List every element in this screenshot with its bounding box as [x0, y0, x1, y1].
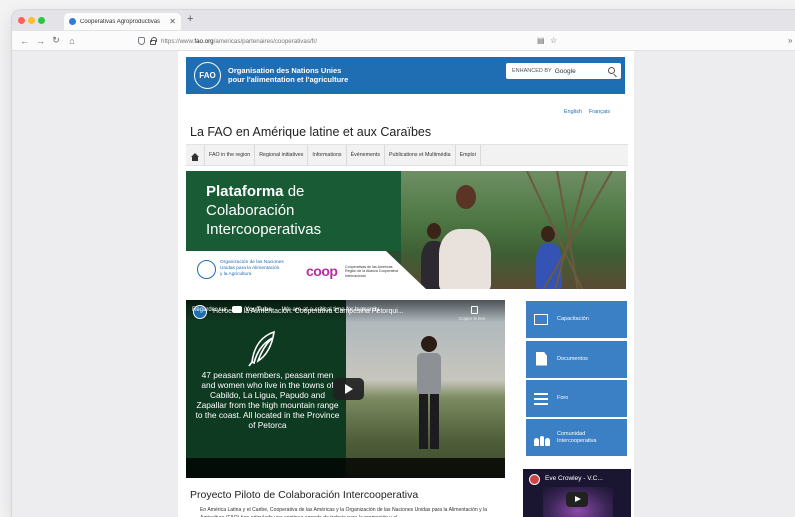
home-icon: [191, 153, 199, 161]
organisation-name[interactable]: Organisation des Nations Unies pour l'al…: [228, 66, 348, 84]
forward-icon[interactable]: →: [36, 36, 45, 46]
youtube-label[interactable]: YouTube: [245, 306, 272, 313]
fao-logo[interactable]: FAO: [194, 62, 221, 89]
search-icon[interactable]: [608, 67, 615, 74]
home-icon[interactable]: ⌂: [68, 36, 76, 46]
banner-title: Plataforma de Colaboración Intercooperat…: [206, 183, 322, 238]
lang-francais[interactable]: Français: [589, 109, 610, 115]
page-viewport: FAO Organisation des Nations Unies pour …: [12, 51, 795, 517]
platform-banner: Plataforma de Colaboración Intercooperat…: [186, 171, 626, 289]
nav-home[interactable]: [186, 145, 205, 165]
nav-item-regional-initiatives[interactable]: Regional initiatives: [255, 145, 309, 165]
site-title[interactable]: La FAO en Amérique latine et aux Caraïbe…: [190, 125, 431, 139]
section-title: Proyecto Piloto de Colaboración Intercoo…: [190, 489, 419, 501]
search-input[interactable]: ENHANCED BY Google: [506, 63, 621, 79]
quill-icon: [248, 330, 275, 367]
banner-head-2: [456, 185, 476, 209]
address-bar[interactable]: https://www.fao.org/americas/partenaires…: [138, 34, 317, 48]
browser-toolbar: ← → ↻ ⌂ https://www.fao.org/americas/par…: [12, 31, 795, 51]
nav-item-evenements[interactable]: Événements: [347, 145, 386, 165]
overflow-menu-icon[interactable]: »: [788, 36, 792, 45]
minimize-window-button[interactable]: [28, 17, 35, 24]
nav-item-publications[interactable]: Publications et Multimédia: [385, 145, 456, 165]
tile-capacitacion[interactable]: Capacitación: [526, 301, 627, 338]
sidebar-channel-avatar[interactable]: [529, 474, 540, 485]
copy-link-label[interactable]: Copier le lien: [459, 316, 485, 321]
youtube-icon[interactable]: [232, 306, 242, 313]
video-overlay-text: 47 peasant members, peasant men and wome…: [195, 370, 340, 430]
tile-foro[interactable]: Foro: [526, 380, 627, 417]
language-switcher: English Français: [564, 109, 610, 115]
fao-page: FAO Organisation des Nations Unies pour …: [178, 51, 634, 517]
sidebar-video[interactable]: Eve Crowley - V.C...: [523, 469, 631, 517]
reader-view-icon[interactable]: ▤: [537, 36, 545, 45]
coop-logo: coop: [306, 263, 338, 279]
watch-on-label[interactable]: Regarder sur: [192, 307, 227, 313]
maximize-window-button[interactable]: [38, 17, 45, 24]
tile-documentos[interactable]: Documentos: [526, 341, 627, 378]
tile-comunidad[interactable]: Comunidad Intercooperativa: [526, 419, 627, 456]
url-text[interactable]: https://www.fao.org/americas/partenaires…: [161, 38, 317, 45]
fao-favicon-icon: [69, 18, 76, 25]
banner-head-1: [427, 223, 441, 239]
tab-bar: Cooperativas Agroproductivas ✕ +: [12, 10, 795, 31]
lock-icon[interactable]: [150, 37, 157, 45]
video-field-scene: [346, 300, 505, 478]
browser-tab[interactable]: Cooperativas Agroproductivas ✕: [64, 13, 181, 30]
browser-window: Cooperativas Agroproductivas ✕ + ← → ↻ ⌂…: [12, 10, 795, 517]
main-nav: FAO in the region Regional initiatives I…: [186, 144, 628, 166]
play-button[interactable]: [333, 378, 364, 400]
banner-person-2: [439, 229, 491, 289]
document-icon: [534, 351, 550, 368]
forum-icon: [534, 391, 550, 407]
nav-item-informations[interactable]: Informations: [308, 145, 347, 165]
coop-org-name: Cooperativas de las Américas Región de l…: [345, 265, 399, 278]
sidebar-play-button[interactable]: [566, 492, 588, 507]
fao-emblem-icon: [197, 260, 216, 279]
tab-title: Cooperativas Agroproductivas: [80, 18, 161, 25]
tab-close-icon[interactable]: ✕: [169, 17, 176, 26]
fao-header: FAO Organisation des Nations Unies pour …: [186, 57, 625, 94]
video-farmer-figure: [417, 336, 441, 449]
tracking-shield-icon[interactable]: [138, 37, 145, 45]
nav-item-fao-in-the-region[interactable]: FAO in the region: [205, 145, 256, 165]
bookmark-star-icon[interactable]: ☆: [550, 36, 557, 45]
back-icon[interactable]: ←: [20, 36, 29, 46]
banner-sticks: [516, 171, 626, 289]
copy-link-icon[interactable]: [471, 306, 478, 314]
reload-icon[interactable]: ↻: [52, 35, 60, 46]
youtube-video-player[interactable]: Héroe de la Alimentación: Cooperativa Ca…: [186, 300, 505, 478]
video-subtitle: We are at a critical time for humanity: [282, 307, 380, 313]
training-board-icon: [534, 312, 550, 328]
video-bottom-bar: [186, 458, 505, 478]
close-window-button[interactable]: [18, 17, 25, 24]
community-icon: [534, 430, 551, 446]
lang-english[interactable]: English: [564, 109, 582, 115]
nav-item-emploi[interactable]: Emploi: [456, 145, 481, 165]
section-body: En América Latina y el Caribe, Cooperati…: [200, 507, 488, 517]
sidebar-video-title[interactable]: Eve Crowley - V.C...: [545, 475, 603, 482]
new-tab-button[interactable]: +: [187, 13, 193, 25]
fao-org-name: Organización de las Naciones Unidas para…: [220, 260, 284, 277]
